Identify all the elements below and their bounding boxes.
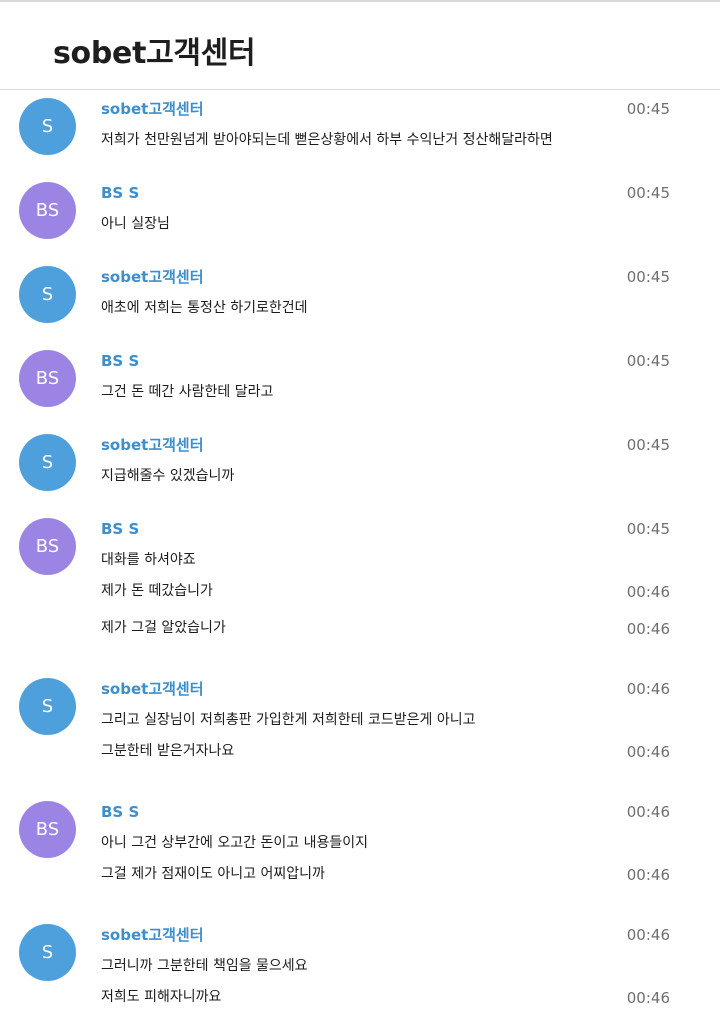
message-time: 00:45 [626,520,670,538]
avatar[interactable]: S [19,434,76,491]
sender-name[interactable]: sobet고객센터 [101,100,204,118]
message-text: 제가 그걸 알았습니가 [101,620,226,636]
message-time: 00:46 [626,583,670,601]
avatar[interactable]: S [19,924,76,981]
message-text: 아니 그건 상부간에 오고간 돈이고 내용들이지 [101,835,368,851]
avatar[interactable]: S [19,678,76,735]
message-feed[interactable]: Ssobet고객센터 00:45 저희가 천만원넘게 받아야되는데 뻗은상황에서 하… [0,90,720,1031]
message-text: 그건 돈 떼간 사람한테 달라고 [101,384,274,400]
message-text: 그분한테 받은거자나요 [101,743,235,759]
avatar[interactable]: BS [19,518,76,575]
avatar[interactable]: BS [19,182,76,239]
avatar[interactable]: BS [19,350,76,407]
message-text: 저희도 피해자니까요 [101,989,222,1005]
message-text: 그리고 실장님이 저희총판 가입한게 저희한테 코드받은게 아니고 [101,712,476,728]
message-time: 00:46 [626,620,670,638]
message-text: 저희가 천만원넘게 받아야되는데 뻗은상황에서 하부 수익난거 정산해달라하면 [101,132,553,148]
sender-name[interactable]: BS S [101,352,139,370]
chat-header: sobet고객센터 [0,2,720,90]
message-time: 00:46 [626,989,670,1007]
message-time: 00:45 [626,352,670,370]
sender-name[interactable]: sobet고객센터 [101,436,204,454]
message-text: 지급해줄수 있겠습니까 [101,468,235,484]
message-text: 제가 돈 떼갔습니가 [101,583,213,599]
avatar[interactable]: S [19,266,76,323]
message-time: 00:46 [626,680,670,698]
sender-name[interactable]: BS S [101,184,139,202]
message-time: 00:45 [626,100,670,118]
message-time: 00:46 [626,926,670,944]
message-time: 00:46 [626,743,670,761]
sender-name[interactable]: sobet고객센터 [101,268,204,286]
avatar[interactable]: BS [19,801,76,858]
message-text: 아니 실장님 [101,216,170,232]
avatar[interactable]: S [19,98,76,155]
message-time: 00:46 [626,866,670,884]
message-text: 그걸 제가 점재이도 아니고 어찌압니까 [101,866,325,882]
message-time: 00:46 [626,803,670,821]
message-text: 그러니까 그분한테 책임을 물으세요 [101,958,308,974]
message-time: 00:45 [626,268,670,286]
message-text: 대화를 하셔야죠 [101,552,196,568]
message-time: 00:45 [626,436,670,454]
sender-name[interactable]: BS S [101,803,139,821]
sender-name[interactable]: BS S [101,520,139,538]
sender-name[interactable]: sobet고객센터 [101,926,204,944]
chat-title: sobet고객센터 [53,36,256,71]
sender-name[interactable]: sobet고객센터 [101,680,204,698]
message-text: 애초에 저희는 통정산 하기로한건데 [101,300,308,316]
message-time: 00:45 [626,184,670,202]
